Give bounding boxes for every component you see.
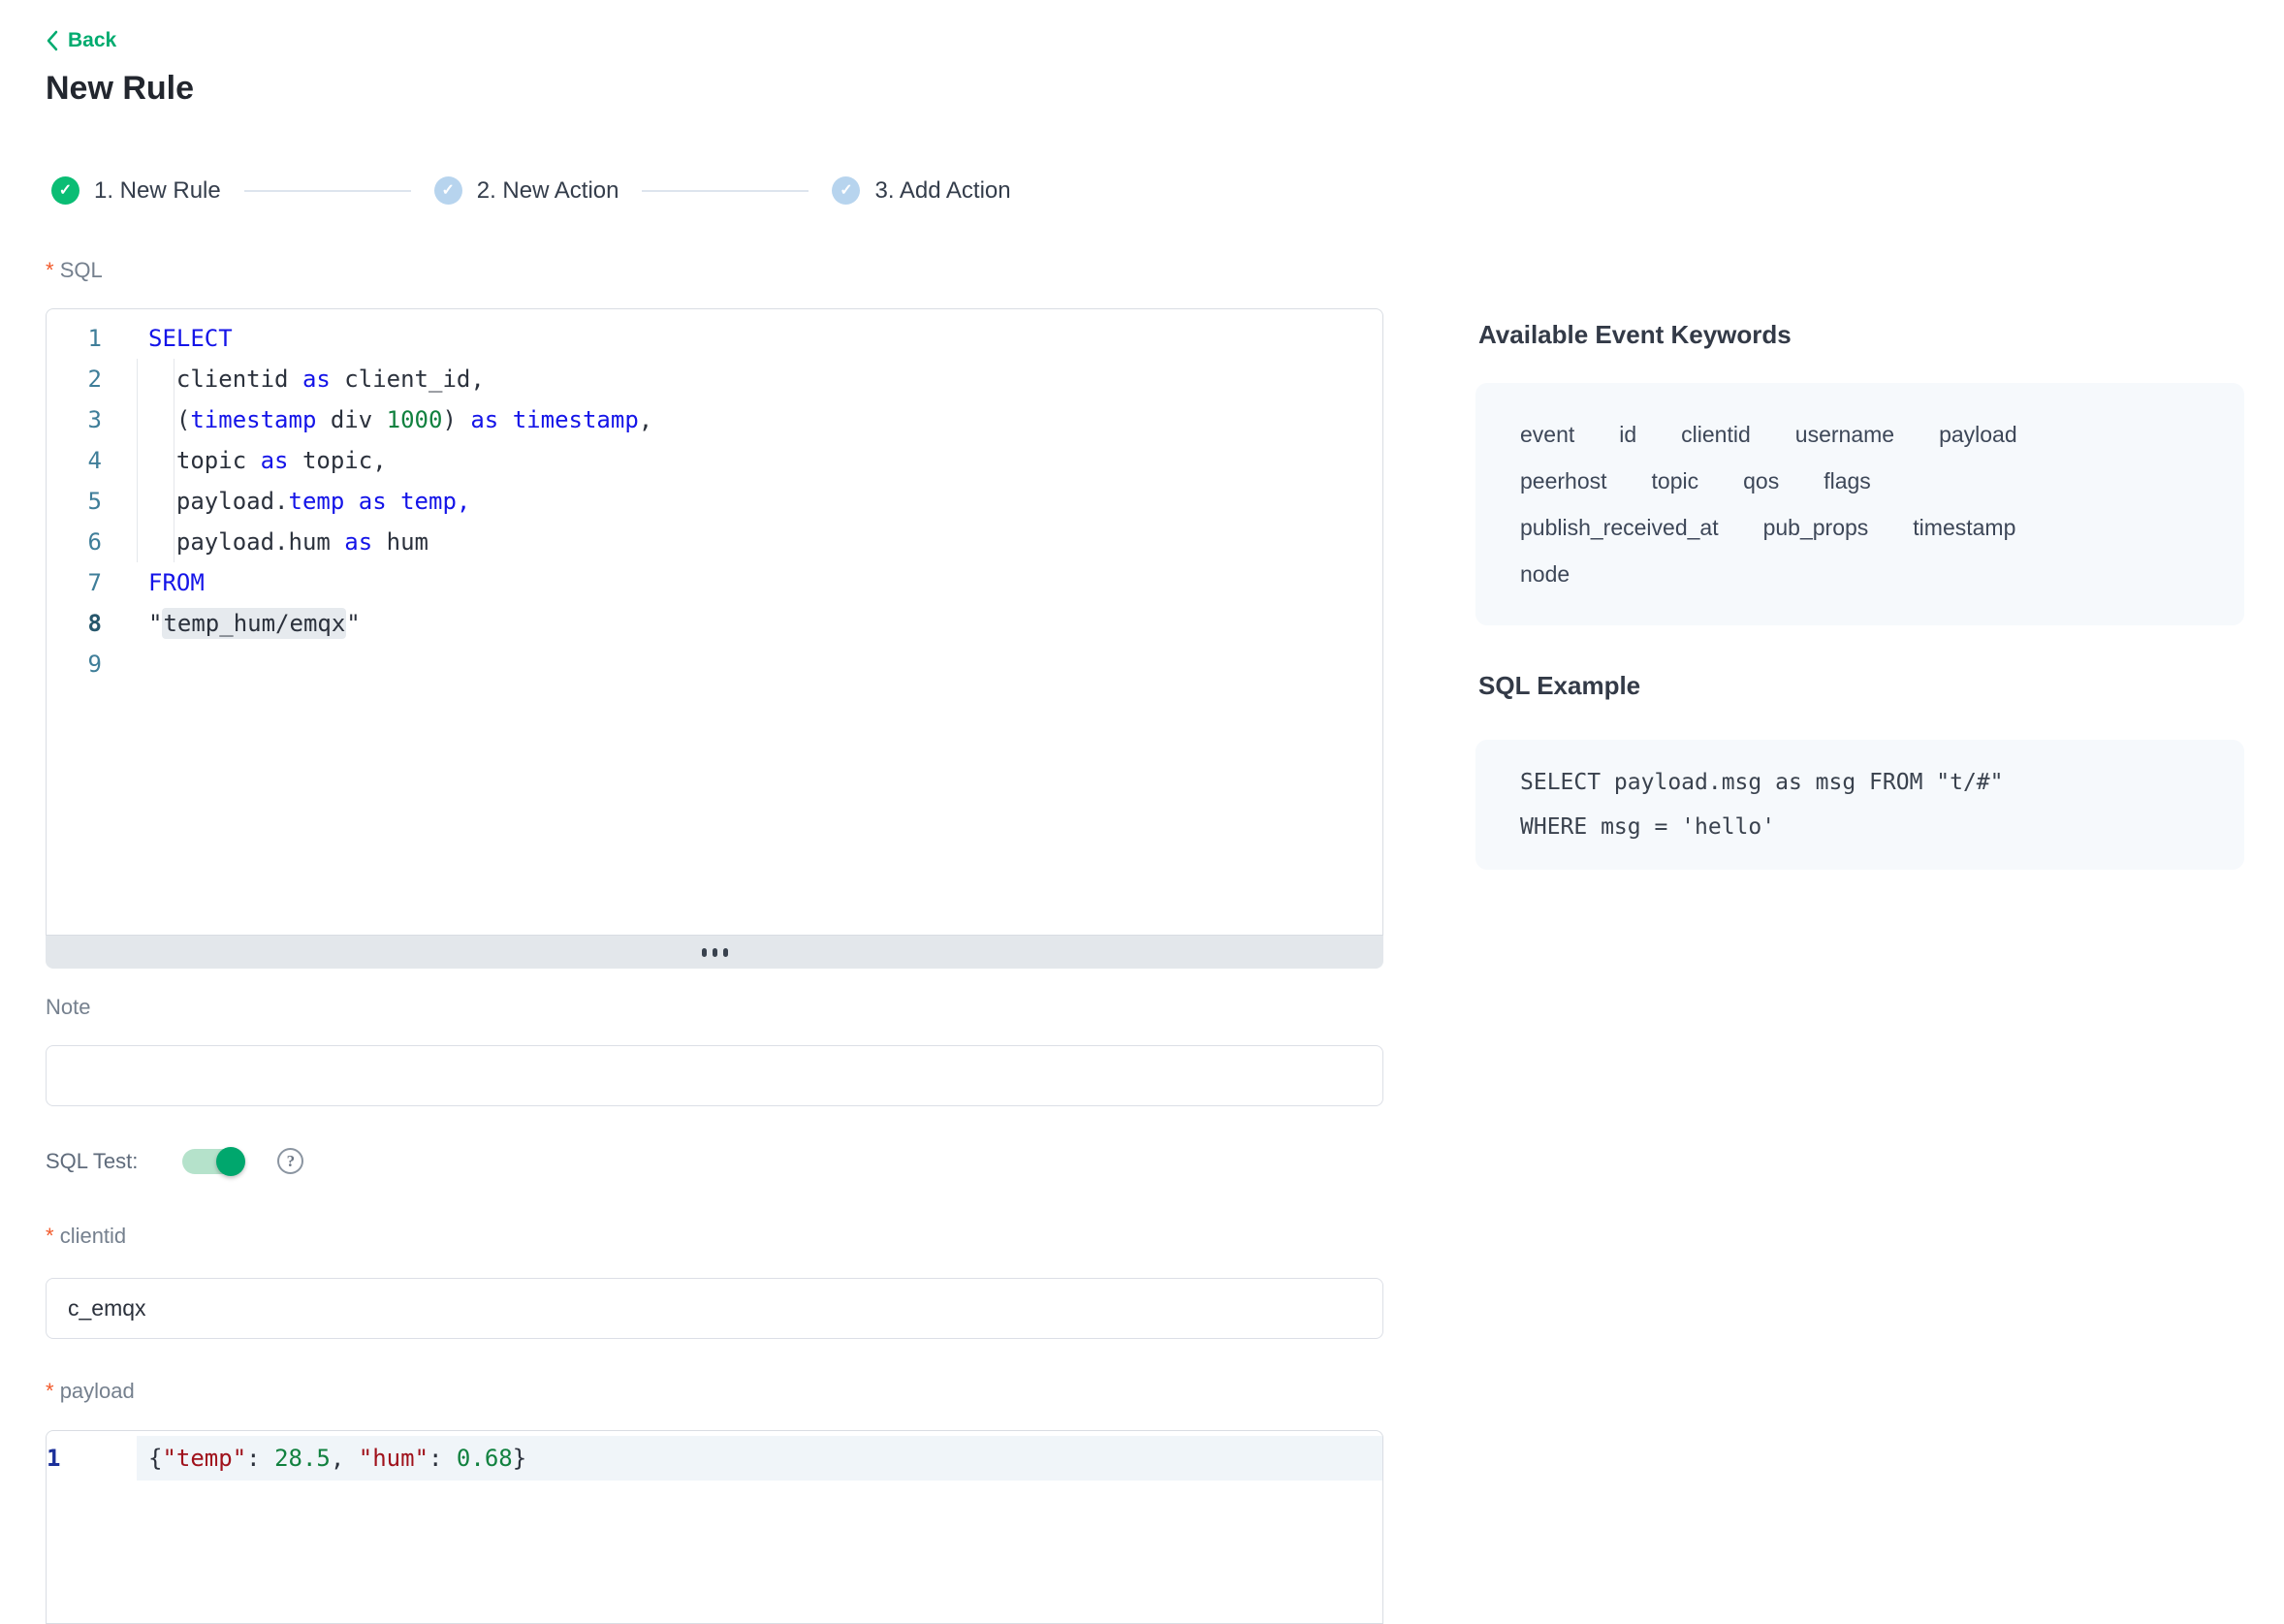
toggle-knob: [216, 1147, 245, 1176]
note-input[interactable]: [46, 1045, 1383, 1106]
code-line-5: 5 payload.temp as temp,: [47, 481, 1382, 522]
keyword-row: node: [1520, 551, 2200, 597]
line-number: 7: [47, 562, 148, 603]
sql-example-box: SELECT payload.msg as msg FROM "t/#"WHER…: [1475, 740, 2244, 870]
payload-code-editor[interactable]: 1{"temp": 28.5, "hum": 0.68}: [46, 1430, 1383, 1624]
event-keyword: pub_props: [1763, 515, 1869, 540]
line-number: 8: [47, 603, 148, 644]
step-label: 2. New Action: [477, 177, 619, 205]
sql-example-line: SELECT payload.msg as msg FROM "t/#": [1520, 760, 2200, 805]
wizard-steps: ✓ 1. New Rule ✓ 2. New Action ✓ 3. Add Action: [51, 176, 1011, 205]
step-check-icon: ✓: [51, 176, 79, 205]
event-keyword: id: [1619, 422, 1636, 447]
event-keyword: qos: [1743, 468, 1779, 494]
line-number: 4: [47, 440, 148, 481]
indent-guide: [137, 399, 138, 440]
payload-field-label: payload: [46, 1379, 135, 1404]
help-icon[interactable]: ?: [277, 1148, 303, 1174]
keyword-row: publish_received_at pub_props timestamp: [1520, 504, 2200, 551]
main-form-column: Back New Rule ✓ 1. New Rule ✓ 2. New Action…: [46, 0, 1383, 1520]
wizard-step-2[interactable]: ✓ 2. New Action: [434, 176, 619, 205]
code-text: {"temp": 28.5, "hum": 0.68}: [47, 1436, 1382, 1481]
page-title: New Rule: [46, 70, 194, 108]
sql-example-title: SQL Example: [1478, 671, 1640, 701]
sql-test-label: SQL Test:: [46, 1149, 138, 1174]
line-number: 9: [47, 644, 148, 685]
indent-guide: [137, 481, 138, 522]
event-keyword: flags: [1824, 468, 1871, 494]
sql-example-line: WHERE msg = 'hello': [1520, 805, 2200, 849]
sql-test-toggle[interactable]: [182, 1149, 244, 1174]
wizard-step-1[interactable]: ✓ 1. New Rule: [51, 176, 221, 205]
code-line-1: 1SELECT: [47, 318, 1382, 359]
step-check-icon: ✓: [832, 176, 860, 205]
code-line-8: 8"temp_hum/emqx": [47, 603, 1382, 644]
indent-guide: [137, 522, 138, 562]
event-keyword: publish_received_at: [1520, 515, 1719, 540]
sql-code-editor[interactable]: 1SELECT2 clientid as client_id,3 (timest…: [46, 308, 1383, 936]
line-number: 6: [47, 522, 148, 562]
event-keyword: topic: [1652, 468, 1699, 494]
code-line-1: 1{"temp": 28.5, "hum": 0.68}: [47, 1436, 1382, 1481]
event-keyword: peerhost: [1520, 468, 1607, 494]
event-keyword: payload: [1939, 422, 2017, 447]
step-label: 3. Add Action: [874, 177, 1010, 205]
clientid-input[interactable]: [46, 1278, 1383, 1339]
keyword-row: peerhost topic qos flags: [1520, 458, 2200, 504]
clientid-field-label: clientid: [46, 1224, 126, 1249]
keywords-box: event id clientid username payload peerhost to…: [1475, 383, 2244, 625]
line-number: 2: [47, 359, 148, 399]
event-keyword: username: [1795, 422, 1894, 447]
wizard-step-3[interactable]: ✓ 3. Add Action: [832, 176, 1010, 205]
back-label: Back: [68, 29, 116, 52]
step-connector: [642, 190, 809, 192]
step-connector: [244, 190, 411, 192]
keywords-panel-title: Available Event Keywords: [1478, 320, 1792, 350]
indent-guide: [137, 440, 138, 481]
step-check-icon: ✓: [434, 176, 462, 205]
event-keyword: timestamp: [1913, 515, 2015, 540]
indent-guide: [137, 359, 138, 399]
code-line-7: 7FROM: [47, 562, 1382, 603]
resize-dot: [713, 948, 717, 957]
back-link[interactable]: Back: [46, 29, 116, 52]
sql-field-label: SQL: [46, 258, 103, 283]
sql-test-row: SQL Test: ?: [46, 1148, 303, 1174]
code-line-4: 4 topic as topic,: [47, 440, 1382, 481]
chevron-left-icon: [46, 30, 58, 51]
line-number: 5: [47, 481, 148, 522]
resize-dot: [702, 948, 707, 957]
resize-dot: [723, 948, 728, 957]
line-number: 1: [47, 318, 148, 359]
keyword-row: event id clientid username payload: [1520, 411, 2200, 458]
editor-resize-handle[interactable]: [46, 936, 1383, 969]
event-keyword: node: [1520, 561, 1570, 587]
code-line-2: 2 clientid as client_id,: [47, 359, 1382, 399]
code-line-9: 9: [47, 644, 1382, 685]
line-number: 3: [47, 399, 148, 440]
event-keyword: clientid: [1681, 422, 1751, 447]
event-keyword: event: [1520, 422, 1574, 447]
code-line-3: 3 (timestamp div 1000) as timestamp,: [47, 399, 1382, 440]
step-label: 1. New Rule: [94, 177, 221, 205]
note-field-label: Note: [46, 995, 90, 1020]
code-line-6: 6 payload.hum as hum: [47, 522, 1382, 562]
